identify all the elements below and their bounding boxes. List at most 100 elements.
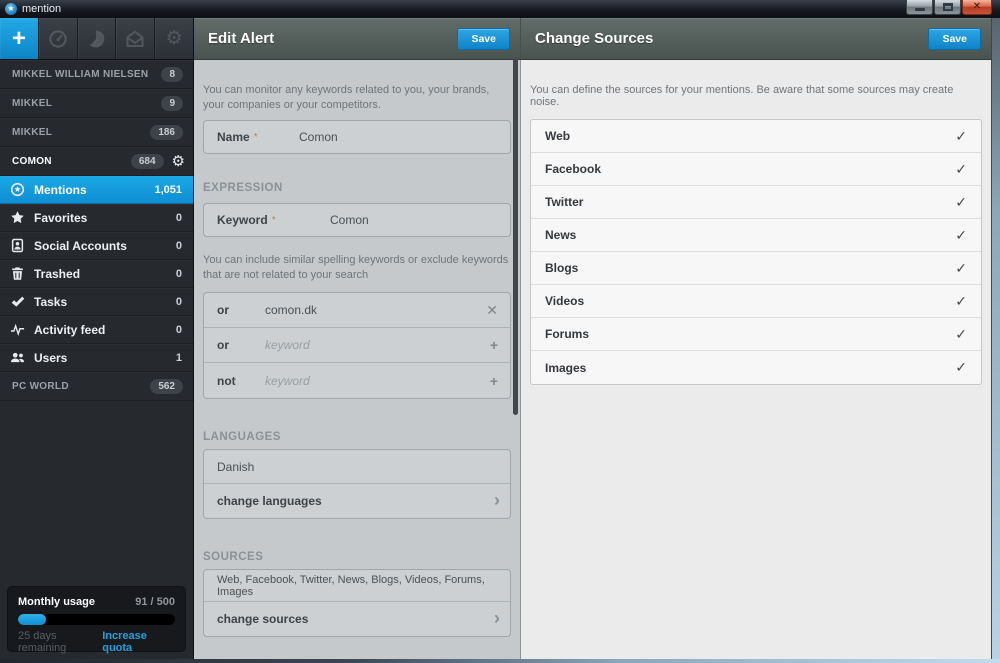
source-row-twitter[interactable]: Twitter: [531, 186, 981, 219]
sidebar-item-trashed[interactable]: Trashed 0: [0, 260, 193, 288]
sources-group: Web, Facebook, Twitter, News, Blogs, Vid…: [203, 569, 511, 637]
add-keyword-icon[interactable]: +: [490, 338, 498, 352]
change-languages-button[interactable]: change languages: [204, 484, 510, 518]
current-sources-row: Web, Facebook, Twitter, News, Blogs, Vid…: [204, 570, 510, 602]
keyword-field[interactable]: Keyword * Comon: [203, 203, 511, 237]
required-asterisk: *: [271, 214, 276, 226]
change-sources-save-button[interactable]: Save: [928, 27, 981, 50]
checkmark-icon: [955, 161, 967, 178]
source-row-news[interactable]: News: [531, 219, 981, 252]
expression-keyword-input[interactable]: keyword: [265, 338, 310, 352]
expression-hint: You can include similar spelling keyword…: [203, 254, 509, 281]
app-logo-icon: ★: [5, 3, 17, 15]
edit-alert-panel: Edit Alert Save You can monitor any keyw…: [193, 18, 520, 659]
settings-button[interactable]: ⚙: [155, 18, 193, 59]
window-frame-right: [991, 18, 1000, 659]
source-row-facebook[interactable]: Facebook: [531, 153, 981, 186]
source-row-images[interactable]: Images: [531, 351, 981, 384]
sidebar-alert-item[interactable]: MIKKEL WILLIAM NIELSEN 8: [0, 60, 193, 89]
usage-progress-fill: [18, 614, 47, 625]
source-name: Facebook: [545, 162, 602, 176]
statistics-button[interactable]: [77, 18, 117, 59]
edit-alert-title: Edit Alert: [208, 30, 275, 47]
sidebar-item-tasks[interactable]: Tasks 0: [0, 288, 193, 316]
window-frame-bottom: [0, 659, 1000, 663]
alert-name: MIKKEL WILLIAM NIELSEN: [12, 68, 149, 80]
expression-keyword-input[interactable]: keyword: [265, 374, 310, 388]
remove-keyword-icon[interactable]: ✕: [486, 303, 498, 317]
nav-count: 0: [175, 295, 182, 308]
edit-alert-header: Edit Alert Save: [194, 18, 520, 60]
nav-label: Tasks: [34, 294, 68, 309]
sidebar-alert-item[interactable]: MIKKEL 9: [0, 89, 193, 118]
keyword-value: Comon: [330, 213, 369, 227]
name-value: Comon: [299, 130, 338, 144]
current-languages: Danish: [217, 459, 255, 474]
languages-section-label: LANGUAGES: [203, 431, 281, 443]
expression-keyword-value[interactable]: comon.dk: [265, 303, 317, 317]
add-keyword-icon[interactable]: +: [490, 374, 498, 388]
count-badge: 562: [150, 378, 183, 394]
increase-quota-link[interactable]: Increase quota: [102, 630, 175, 654]
checkmark-icon: [955, 359, 967, 376]
expression-row: not keyword +: [204, 363, 510, 398]
sidebar-item-social-accounts[interactable]: Social Accounts 0: [0, 232, 193, 260]
source-row-videos[interactable]: Videos: [531, 285, 981, 318]
sidebar-alert-item[interactable]: COMON 684 ⚙: [0, 147, 193, 176]
alert-settings-gear-icon[interactable]: ⚙: [172, 154, 185, 169]
nav-label: Trashed: [34, 266, 81, 281]
change-sources-header: Change Sources Save: [520, 18, 991, 60]
source-name: Images: [545, 360, 587, 375]
sources-list: Web Facebook Twitter News Blogs Videos Forums I…: [530, 119, 982, 385]
sidebar-item-pc-world[interactable]: PC WORLD 562: [0, 372, 193, 401]
name-label: Name: [217, 130, 250, 144]
envelope-icon: [125, 29, 145, 49]
mention-icon: [10, 182, 26, 198]
expression-rows: or comon.dk ✕ or keyword + not keyword +: [203, 292, 511, 399]
dashboard-button[interactable]: [38, 18, 78, 59]
source-row-blogs[interactable]: Blogs: [531, 252, 981, 285]
close-button[interactable]: [962, 0, 992, 15]
expression-row: or comon.dk ✕: [204, 293, 510, 328]
source-row-forums[interactable]: Forums: [531, 318, 981, 351]
change-sources-button[interactable]: change sources: [204, 602, 510, 636]
minimize-button[interactable]: [906, 0, 933, 15]
checkmark-icon: [955, 293, 967, 310]
alert-name: COMON: [12, 155, 52, 167]
current-sources: Web, Facebook, Twitter, News, Blogs, Vid…: [217, 573, 485, 598]
current-languages-row: Danish: [204, 450, 510, 484]
checkmark-icon: [955, 128, 967, 145]
change-sources-panel: Change Sources Save You can define the s…: [520, 18, 991, 659]
source-name: Videos: [545, 294, 585, 308]
sidebar-item-users[interactable]: Users 1: [0, 344, 193, 372]
name-field[interactable]: Name * Comon: [203, 120, 511, 154]
users-icon: [10, 350, 26, 366]
pie-chart-icon: [86, 29, 106, 49]
expression-operator: not: [217, 373, 236, 388]
change-sources-intro: You can define the sources for your ment…: [530, 84, 954, 108]
source-row-web[interactable]: Web: [531, 120, 981, 153]
new-alert-button[interactable]: +: [0, 18, 39, 59]
checkmark-icon: [955, 227, 967, 244]
alert-name: PC WORLD: [12, 380, 69, 392]
nav-count: 1,051: [154, 183, 182, 196]
titlebar[interactable]: ★ mention: [0, 0, 1000, 18]
checkmark-icon: [955, 194, 967, 211]
sidebar-item-activity-feed[interactable]: Activity feed 0: [0, 316, 193, 344]
sidebar-item-mentions[interactable]: Mentions 1,051: [0, 176, 193, 204]
window-controls: [905, 0, 992, 15]
messages-button[interactable]: [116, 18, 156, 59]
edit-alert-save-button[interactable]: Save: [457, 27, 510, 50]
maximize-button[interactable]: [934, 0, 961, 15]
sidebar-item-favorites[interactable]: Favorites 0: [0, 204, 193, 232]
edit-alert-scrollbar[interactable]: [513, 58, 518, 415]
sidebar-alert-item[interactable]: MIKKEL 186: [0, 118, 193, 147]
check-icon: [10, 294, 26, 310]
change-languages-label: change languages: [217, 494, 322, 508]
star-icon: [10, 210, 26, 226]
nav-label: Activity feed: [34, 322, 106, 337]
count-badge: 684: [130, 153, 164, 169]
required-asterisk: *: [253, 131, 258, 143]
gear-icon: ⚙: [165, 27, 183, 49]
sources-section-label: SOURCES: [203, 551, 264, 563]
